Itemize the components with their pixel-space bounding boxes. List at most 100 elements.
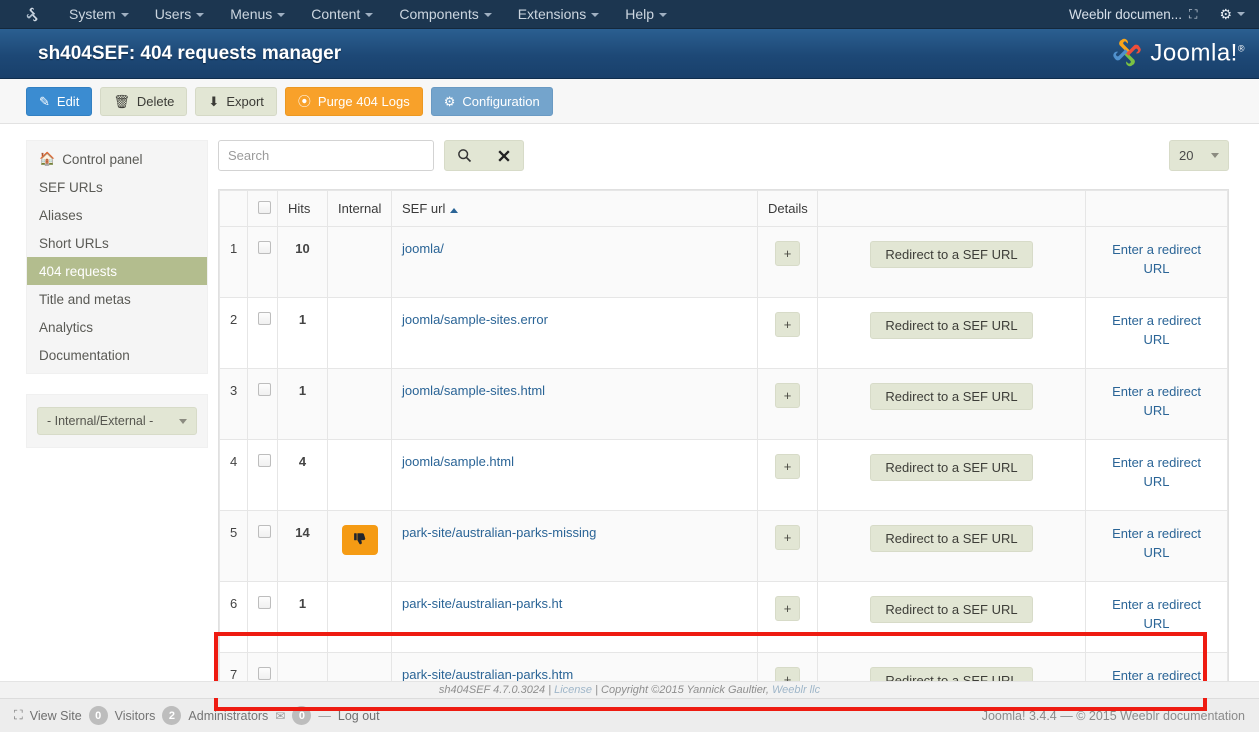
row-select-cell[interactable]	[247, 581, 278, 653]
menu-item-content[interactable]: Content	[298, 0, 386, 29]
purge-404-logs-button[interactable]: ⦿ Purge 404 Logs	[284, 86, 423, 116]
row-checkbox[interactable]	[258, 241, 271, 254]
expand-details-button[interactable]: +	[775, 312, 800, 337]
header-internal[interactable]: Internal	[327, 190, 392, 227]
redirect-to-sef-url-button[interactable]: Redirect to a SEF URL	[870, 241, 1033, 268]
sef-url-link[interactable]: park-site/australian-parks.htm	[402, 667, 573, 682]
sidebar-item-404-requests[interactable]: 404 requests	[27, 257, 207, 285]
site-name-label[interactable]: Weeblr documen...	[1069, 7, 1182, 22]
configuration-button[interactable]: ⚙ Configuration	[430, 86, 553, 116]
row-checkbox[interactable]	[258, 596, 271, 609]
button-label: Configuration	[462, 93, 540, 109]
enter-redirect-url-link[interactable]: Enter a redirect URL	[1103, 596, 1211, 634]
footer-sep: |	[595, 684, 598, 696]
edit-button[interactable]: ✎ Edit	[26, 86, 93, 116]
expand-details-button[interactable]: +	[775, 383, 800, 408]
sef-url-link[interactable]: joomla/	[402, 241, 444, 256]
enter-redirect-url-link[interactable]: Enter a redirect URL	[1103, 241, 1211, 279]
redirect-to-sef-url-button[interactable]: Redirect to a SEF URL	[870, 454, 1033, 481]
row-checkbox[interactable]	[258, 383, 271, 396]
menu-item-label: Components	[399, 5, 479, 22]
sidebar-item-documentation[interactable]: Documentation	[27, 341, 207, 369]
enter-redirect-url-link[interactable]: Enter a redirect URL	[1103, 312, 1211, 350]
sef-url-link[interactable]: joomla/sample-sites.error	[402, 312, 548, 327]
menu-item-extensions[interactable]: Extensions	[505, 0, 612, 29]
select-all-checkbox[interactable]	[258, 200, 271, 214]
expand-details-button[interactable]: +	[775, 525, 800, 550]
header-sef-url-label: SEF url	[402, 201, 446, 216]
row-checkbox[interactable]	[258, 454, 271, 467]
admin-settings-button[interactable]: ⚙	[1219, 6, 1245, 23]
enter-redirect-url-link[interactable]: Enter a redirect URL	[1103, 525, 1211, 563]
expand-details-button[interactable]: +	[775, 241, 800, 266]
sidebar-item-sef-urls[interactable]: SEF URLs	[27, 173, 207, 201]
delete-button[interactable]: 🗑 Delete	[100, 86, 188, 116]
row-checkbox[interactable]	[258, 312, 271, 325]
enter-redirect-url-link[interactable]: Enter a redirect URL	[1103, 383, 1211, 421]
page-title: sh404SEF: 404 requests manager	[38, 42, 342, 64]
row-action-cell: Redirect to a SEF URL	[817, 439, 1086, 511]
redirect-to-sef-url-button[interactable]: Redirect to a SEF URL	[870, 383, 1033, 410]
sidebar-item-title-and-metas[interactable]: Title and metas	[27, 285, 207, 313]
menu-item-help[interactable]: Help	[612, 0, 680, 29]
row-checkbox[interactable]	[258, 667, 271, 680]
export-button[interactable]: ⬇ Export	[195, 86, 277, 116]
row-details-cell: +	[757, 368, 818, 440]
internal-external-filter-select[interactable]: - Internal/External -	[37, 407, 197, 435]
table-row[interactable]: 6 1 park-site/australian-parks.ht + Redi…	[219, 581, 1228, 653]
menu-item-components[interactable]: Components	[386, 0, 504, 29]
search-clear-button[interactable]	[484, 141, 523, 170]
row-select-cell[interactable]	[247, 297, 278, 369]
sidebar-item-analytics[interactable]: Analytics	[27, 313, 207, 341]
view-site-link[interactable]: View Site	[30, 709, 82, 723]
expand-details-button[interactable]: +	[775, 596, 800, 621]
header-sef-url[interactable]: SEF url	[391, 190, 758, 227]
list-limit-select[interactable]: 20	[1169, 140, 1229, 171]
table-row[interactable]: 2 1 joomla/sample-sites.error + Redirect…	[219, 297, 1228, 369]
sidebar-item-short-urls[interactable]: Short URLs	[27, 229, 207, 257]
sidebar: 🏠 Control panel SEF URLs Aliases Short U…	[0, 124, 208, 698]
table-row[interactable]: 4 4 joomla/sample.html + Redirect to a S…	[219, 439, 1228, 511]
row-url-cell: joomla/sample-sites.html	[391, 368, 758, 440]
search-submit-button[interactable]	[445, 141, 484, 170]
menu-item-users[interactable]: Users	[142, 0, 218, 29]
sef-url-link[interactable]: joomla/sample.html	[402, 454, 514, 469]
row-select-cell[interactable]	[247, 439, 278, 511]
sidebar-item-label: 404 requests	[39, 263, 118, 279]
row-checkbox[interactable]	[258, 525, 271, 538]
sef-url-link[interactable]: park-site/australian-parks.ht	[402, 596, 562, 611]
mail-icon[interactable]: ✉	[275, 709, 285, 723]
app-window: System Users Menus Content Components Ex…	[0, 0, 1259, 732]
table-row[interactable]: 3 1 joomla/sample-sites.html + Redirect …	[219, 368, 1228, 440]
row-internal-cell	[327, 439, 392, 511]
redirect-to-sef-url-button[interactable]: Redirect to a SEF URL	[870, 312, 1033, 339]
menu-item-menus[interactable]: Menus	[217, 0, 298, 29]
sidebar-item-control-panel[interactable]: 🏠 Control panel	[27, 145, 207, 173]
logout-link[interactable]: Log out	[338, 709, 380, 723]
table-row-highlighted[interactable]: 5 14 park-site/australian-parks-missing …	[219, 510, 1228, 582]
vendor-link[interactable]: Weeblr llc	[772, 684, 820, 696]
sidebar-filters: - Internal/External -	[26, 394, 208, 448]
row-details-cell: +	[757, 297, 818, 369]
redirect-to-sef-url-button[interactable]: Redirect to a SEF URL	[870, 525, 1033, 552]
sidebar-item-aliases[interactable]: Aliases	[27, 201, 207, 229]
row-select-cell[interactable]	[247, 510, 278, 582]
row-select-cell[interactable]	[247, 368, 278, 440]
joomla-logo-icon[interactable]	[16, 6, 50, 23]
expand-details-button[interactable]: +	[775, 454, 800, 479]
enter-redirect-url-link[interactable]: Enter a redirect URL	[1103, 454, 1211, 492]
license-link[interactable]: License	[554, 684, 592, 696]
sef-url-link[interactable]: joomla/sample-sites.html	[402, 383, 545, 398]
table-row[interactable]: 1 10 joomla/ + Redirect to a SEF URL Ent…	[219, 226, 1228, 298]
redirect-to-sef-url-button[interactable]: Redirect to a SEF URL	[870, 596, 1033, 623]
header-hits[interactable]: Hits	[277, 190, 328, 227]
sef-url-link[interactable]: park-site/australian-parks-missing	[402, 525, 596, 540]
thumbs-down-icon[interactable]	[341, 525, 378, 555]
external-link-icon[interactable]: ⛶	[1189, 7, 1197, 22]
search-button-group	[444, 140, 524, 171]
menu-item-system[interactable]: System	[56, 0, 142, 29]
sidebar-item-label: Analytics	[39, 319, 94, 335]
search-input[interactable]	[218, 140, 434, 171]
header-select-all[interactable]	[247, 190, 278, 227]
row-select-cell[interactable]	[247, 226, 278, 298]
